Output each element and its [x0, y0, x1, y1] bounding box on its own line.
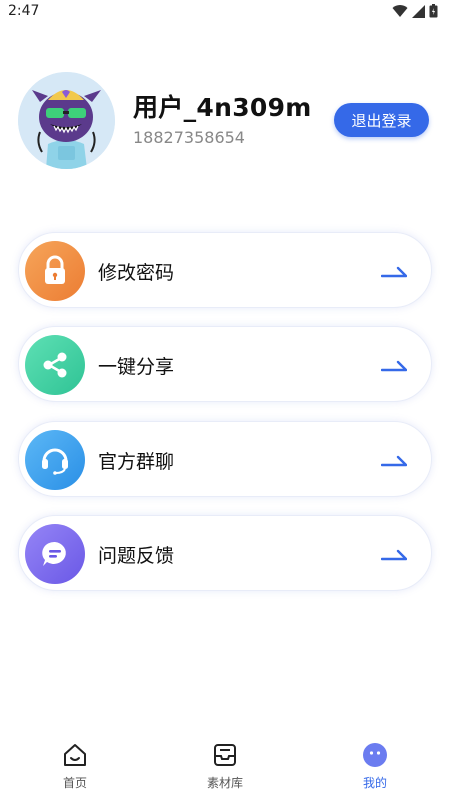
arrow-right-icon — [381, 549, 407, 561]
menu-item-label: 官方群聊 — [98, 451, 175, 473]
lock-icon — [25, 241, 85, 301]
status-time: 2:47 — [8, 3, 40, 19]
profile-page: 2:47 用户_4n309m 18827358654 退出登录 修改密码 一键分… — [0, 0, 450, 799]
tab-label: 素材库 — [206, 776, 243, 790]
status-bar: 2:47 — [0, 0, 450, 26]
arrow-right-icon — [381, 455, 407, 467]
home-icon — [64, 744, 86, 766]
headset-icon — [25, 430, 85, 490]
tab-label: 首页 — [62, 776, 87, 790]
battery-icon — [429, 4, 438, 18]
arrow-right-icon — [381, 360, 407, 372]
tab-materials[interactable]: 素材库 — [185, 742, 265, 794]
phone-number: 18827358654 — [133, 128, 245, 147]
profile-face-icon — [363, 743, 387, 767]
tab-home[interactable]: 首页 — [35, 742, 115, 794]
wifi-icon — [392, 4, 408, 17]
menu-item-official-group[interactable]: 官方群聊 — [18, 421, 432, 497]
tab-label: 我的 — [362, 776, 387, 790]
signal-icon — [412, 4, 425, 18]
share-icon — [25, 335, 85, 395]
tab-mine[interactable]: 我的 — [335, 742, 415, 794]
username: 用户_4n309m — [133, 93, 312, 122]
menu-item-change-password[interactable]: 修改密码 — [18, 232, 432, 308]
status-icons — [392, 4, 438, 18]
profile-header: 用户_4n309m 18827358654 退出登录 — [0, 60, 450, 190]
logout-button[interactable]: 退出登录 — [334, 103, 429, 137]
avatar-image — [18, 72, 115, 169]
menu-item-feedback[interactable]: 问题反馈 — [18, 515, 432, 591]
menu-item-label: 一键分享 — [98, 356, 175, 378]
menu-item-label: 修改密码 — [98, 262, 175, 284]
menu-item-share[interactable]: 一键分享 — [18, 326, 432, 402]
bottom-tab-bar: 首页 素材库 我的 — [0, 738, 450, 799]
arrow-right-icon — [381, 266, 407, 278]
avatar[interactable] — [18, 72, 115, 169]
chat-icon — [25, 524, 85, 584]
menu-item-label: 问题反馈 — [98, 545, 175, 567]
inbox-icon — [214, 744, 236, 766]
